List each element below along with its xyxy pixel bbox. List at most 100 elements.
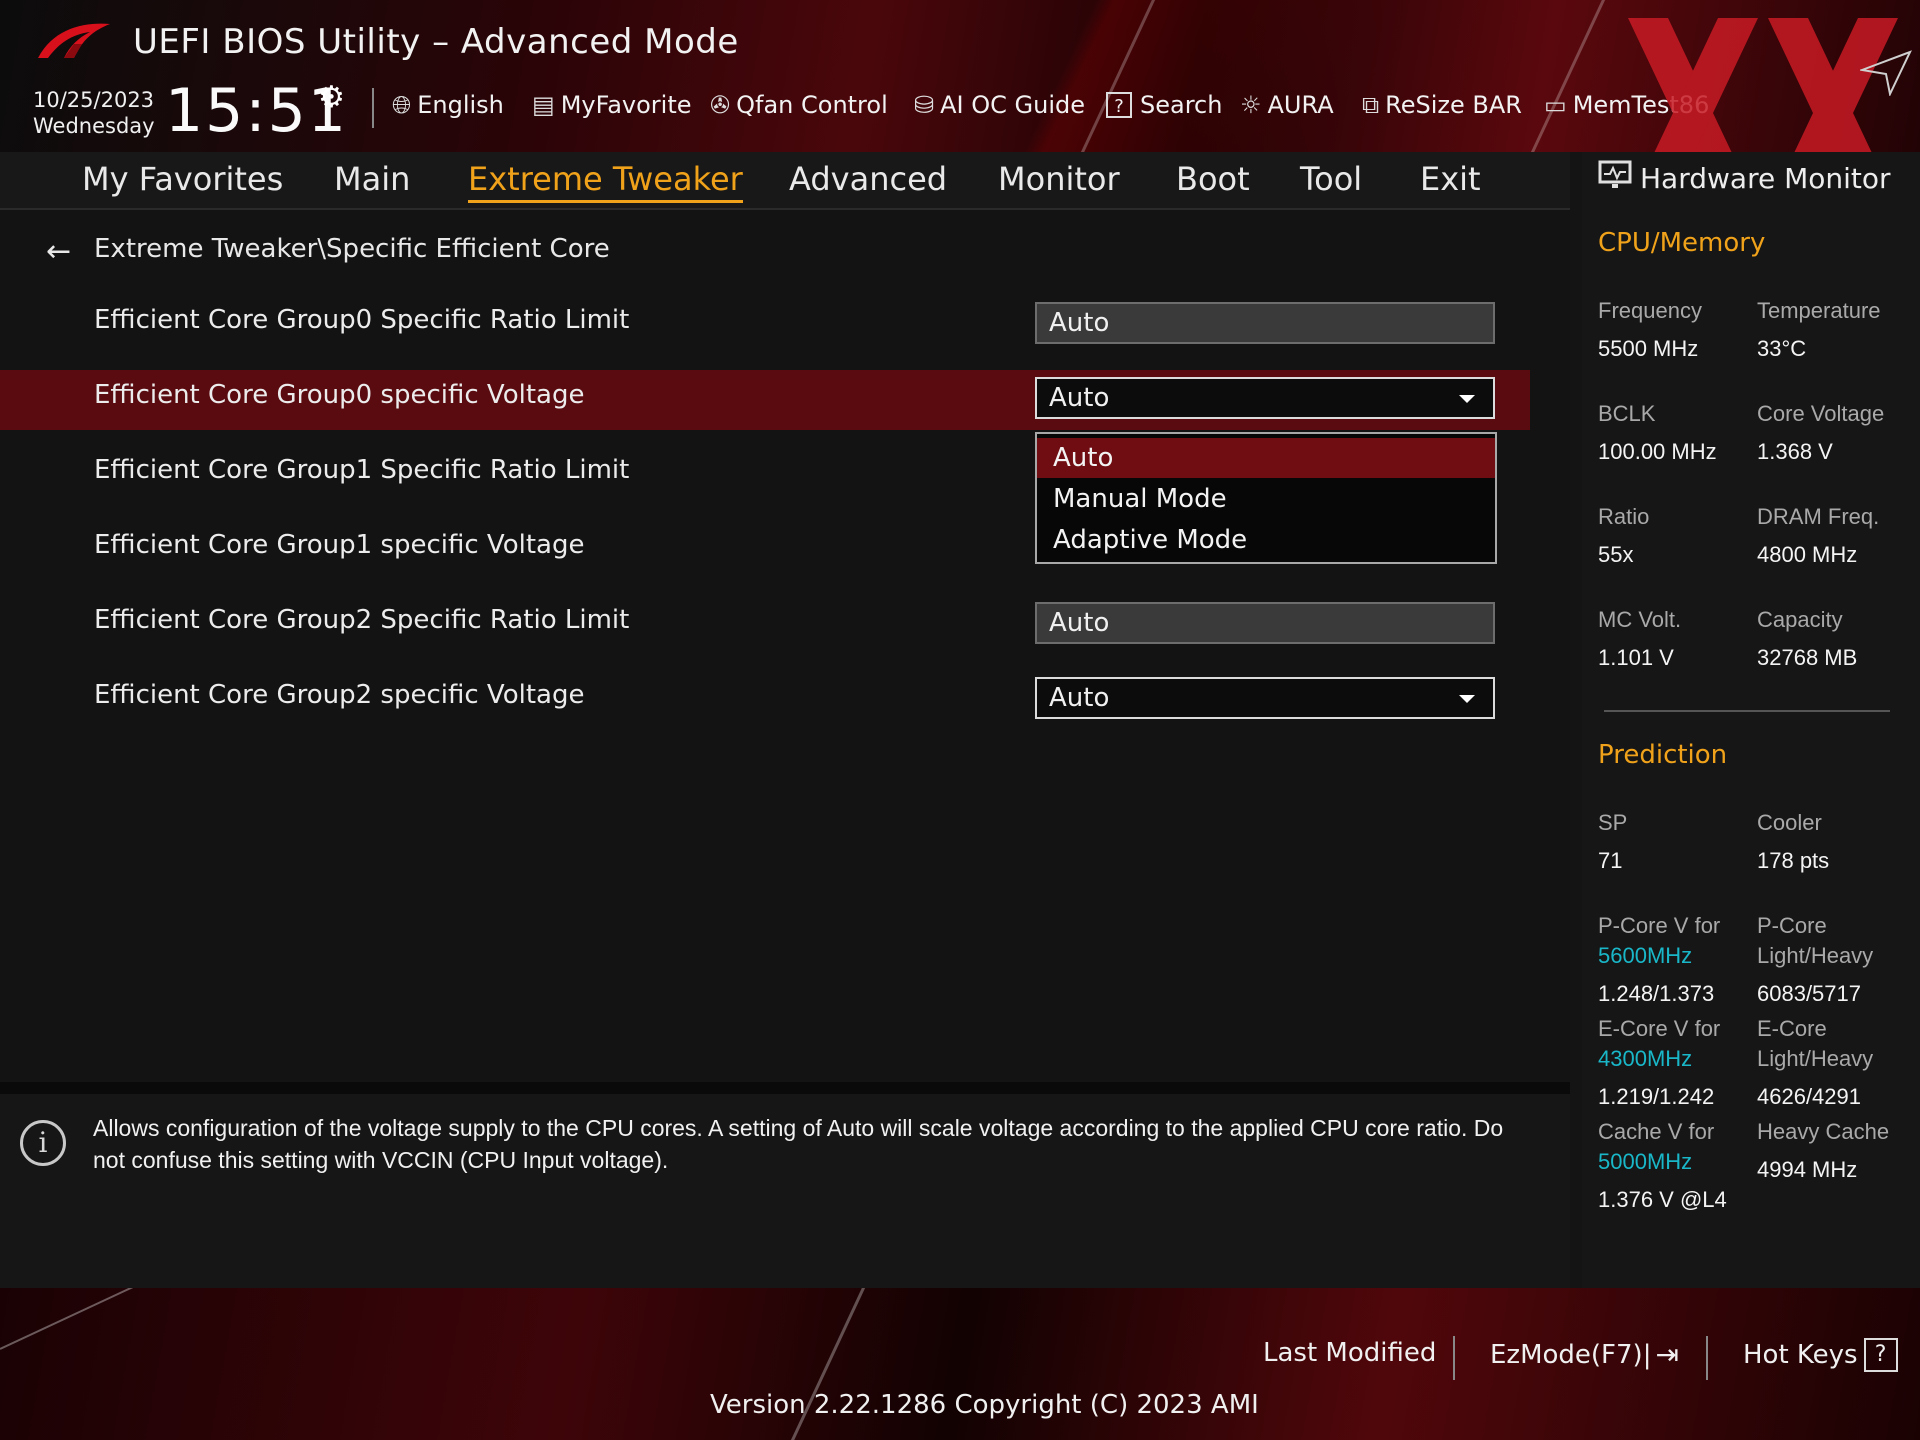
field-value: Auto — [1049, 683, 1110, 713]
heavy-cache-label: Heavy Cache — [1757, 1119, 1890, 1144]
tab-my-favorites[interactable]: My Favorites — [82, 160, 283, 198]
ezmode-button[interactable]: EzMode(F7)| ⇥ — [1490, 1338, 1679, 1371]
hot-keys-label: Hot Keys — [1743, 1340, 1858, 1370]
weekday-display: Wednesday — [33, 114, 155, 138]
bios-title: UEFI BIOS Utility – Advanced Mode — [133, 22, 739, 62]
field-value: Auto — [1049, 308, 1110, 338]
last-modified-label: Last Modified — [1263, 1338, 1437, 1368]
main-nav: My Favorites Main Extreme Tweaker Advanc… — [0, 152, 1570, 210]
tab-main[interactable]: Main — [334, 160, 410, 198]
aura-button[interactable]: ☼ AURA — [1240, 88, 1334, 122]
mc-volt-value: 1.101 V — [1598, 645, 1674, 670]
group2-ratio-field[interactable]: Auto — [1035, 602, 1495, 644]
cpu-memory-heading: CPU/Memory — [1598, 228, 1766, 258]
chevron-down-icon — [1459, 395, 1475, 403]
dropdown-option-auto[interactable]: Auto — [1037, 438, 1495, 478]
ecore-lh-label: E-Core — [1757, 1016, 1827, 1041]
language-label: English — [417, 91, 504, 119]
pcore-lh-value: 6083/5717 — [1757, 981, 1861, 1006]
search-button[interactable]: ? Search — [1106, 88, 1222, 122]
ecore-v-value: 1.219/1.242 — [1598, 1084, 1715, 1109]
dropdown-option-manual[interactable]: Manual Mode — [1037, 479, 1495, 519]
core-voltage-label: Core Voltage — [1757, 401, 1885, 426]
tab-advanced[interactable]: Advanced — [789, 160, 947, 198]
capacity-value: 32768 MB — [1757, 645, 1858, 670]
voltage-options-dropdown: Auto Manual Mode Adaptive Mode — [1035, 432, 1497, 564]
ecore-lh-value: 4626/4291 — [1757, 1084, 1861, 1109]
resize-bar-button[interactable]: ⧉ ReSize BAR — [1362, 88, 1522, 122]
setting-label[interactable]: Efficient Core Group0 Specific Ratio Lim… — [94, 305, 629, 335]
field-value: Auto — [1049, 608, 1110, 638]
prediction-heading: Prediction — [1598, 740, 1728, 770]
pcore-v-freq: 5600MHz — [1598, 943, 1693, 968]
ai-oc-guide-label: AI OC Guide — [940, 91, 1085, 119]
question-box-icon: ? — [1863, 1338, 1898, 1372]
cache-v-value: 1.376 V @L4 — [1598, 1187, 1727, 1212]
heavy-cache-value: 4994 MHz — [1757, 1157, 1858, 1182]
search-label: Search — [1140, 91, 1223, 119]
pcore-v-label: P-Core V for — [1598, 913, 1721, 938]
temperature-value: 33°C — [1757, 336, 1807, 361]
hw-divider — [1604, 710, 1890, 712]
dropdown-option-adaptive[interactable]: Adaptive Mode — [1037, 520, 1495, 560]
cache-v-freq: 5000MHz — [1598, 1149, 1693, 1174]
resize-bar-icon: ⧉ — [1362, 91, 1380, 119]
version-text: Version 2.22.1286 Copyright (C) 2023 AMI — [710, 1390, 1259, 1420]
header-divider — [372, 88, 374, 128]
ai-oc-icon: ⛁ — [914, 91, 935, 119]
ratio-value: 55x — [1598, 542, 1634, 567]
ecore-v-label: E-Core V for — [1598, 1016, 1721, 1041]
tab-boot[interactable]: Boot — [1176, 160, 1250, 198]
ai-oc-guide-button[interactable]: ⛁ AI OC Guide — [914, 88, 1085, 122]
group0-ratio-field[interactable]: Auto — [1035, 302, 1495, 344]
memtest-icon: ▭ — [1544, 91, 1567, 119]
last-modified-button[interactable]: Last Modified — [1263, 1338, 1436, 1368]
myfavorite-button[interactable]: ▤ MyFavorite — [532, 88, 692, 122]
cooler-label: Cooler — [1757, 810, 1822, 835]
bclk-label: BCLK — [1598, 401, 1656, 426]
setting-label[interactable]: Efficient Core Group1 specific Voltage — [94, 530, 584, 560]
ecore-lh-label-2: Light/Heavy — [1757, 1046, 1874, 1071]
setting-label[interactable]: Efficient Core Group2 specific Voltage — [94, 680, 584, 710]
send-arrow-icon[interactable] — [1860, 44, 1912, 96]
rog-logo-icon — [38, 23, 110, 58]
sp-value: 71 — [1598, 848, 1623, 873]
pcore-v-value: 1.248/1.373 — [1598, 981, 1715, 1006]
hardware-monitor-title: Hardware Monitor — [1640, 162, 1891, 195]
cache-v-label: Cache V for — [1598, 1119, 1715, 1144]
dram-freq-value: 4800 MHz — [1757, 542, 1858, 567]
back-arrow-icon[interactable]: ← — [46, 234, 71, 269]
group2-voltage-dropdown[interactable]: Auto — [1035, 677, 1495, 719]
aura-light-icon: ☼ — [1240, 91, 1262, 119]
footer-divider — [1453, 1336, 1455, 1380]
ratio-label: Ratio — [1598, 504, 1650, 529]
help-text: Allows configuration of the voltage supp… — [93, 1115, 1504, 1173]
fan-icon: ✇ — [710, 91, 731, 119]
date-display: 10/25/2023 — [33, 88, 155, 112]
tab-tool[interactable]: Tool — [1300, 160, 1362, 198]
header-decor-line — [1505, 0, 1618, 152]
language-button[interactable]: 🌐︎ English — [392, 88, 504, 122]
group0-voltage-dropdown[interactable]: Auto — [1035, 377, 1495, 419]
resize-bar-label: ReSize BAR — [1385, 91, 1522, 119]
frequency-label: Frequency — [1598, 298, 1702, 323]
exit-arrow-icon: ⇥ — [1655, 1338, 1679, 1371]
cooler-value: 178 pts — [1757, 848, 1830, 873]
tab-exit[interactable]: Exit — [1420, 160, 1481, 198]
setting-label[interactable]: Efficient Core Group2 Specific Ratio Lim… — [94, 605, 629, 635]
capacity-label: Capacity — [1757, 607, 1843, 632]
question-box-icon: ? — [1106, 92, 1132, 118]
qfan-control-button[interactable]: ✇ Qfan Control — [710, 88, 888, 122]
hot-keys-button[interactable]: Hot Keys ? — [1743, 1338, 1898, 1372]
globe-icon: 🌐︎ — [392, 91, 412, 119]
tab-monitor[interactable]: Monitor — [998, 160, 1120, 198]
dram-freq-label: DRAM Freq. — [1757, 504, 1880, 529]
setting-label[interactable]: Efficient Core Group0 specific Voltage — [94, 380, 584, 410]
info-icon: i — [20, 1120, 66, 1166]
core-voltage-value: 1.368 V — [1757, 439, 1833, 464]
tab-extreme-tweaker[interactable]: Extreme Tweaker — [468, 160, 743, 203]
setting-label[interactable]: Efficient Core Group1 Specific Ratio Lim… — [94, 455, 629, 485]
clock-settings-gear-icon[interactable]: ⚙ — [318, 80, 345, 115]
aura-label: AURA — [1267, 91, 1334, 119]
monitor-icon — [1598, 160, 1632, 188]
